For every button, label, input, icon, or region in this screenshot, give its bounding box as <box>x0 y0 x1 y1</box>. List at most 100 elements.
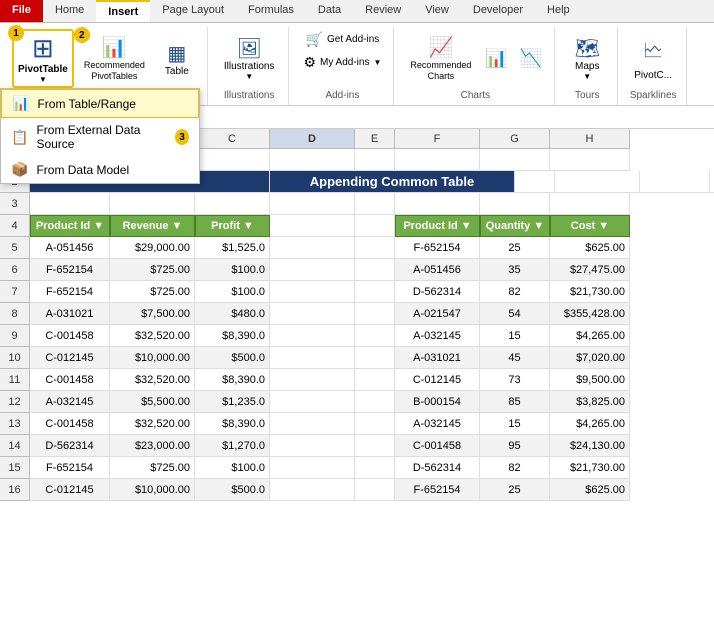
cell-f15[interactable]: D-562314 <box>395 457 480 479</box>
cell-d13[interactable] <box>270 413 355 435</box>
cell-g6[interactable]: 35 <box>480 259 550 281</box>
cell-title[interactable]: Appending Common Table <box>270 171 515 193</box>
cell-g10[interactable]: 45 <box>480 347 550 369</box>
cell-e11[interactable] <box>355 369 395 391</box>
cell-a11[interactable]: C-001458 <box>30 369 110 391</box>
dropdown-from-table[interactable]: 📊 From Table/Range <box>1 89 199 118</box>
cell-e3[interactable] <box>355 193 395 215</box>
line-chart-button[interactable]: 📉 <box>516 46 546 71</box>
cell-c16[interactable]: $500.0 <box>195 479 270 501</box>
cell-d1[interactable] <box>270 149 355 171</box>
tab-help[interactable]: Help <box>535 0 582 22</box>
cell-g1[interactable] <box>480 149 550 171</box>
table-button[interactable]: ▦ Table <box>155 37 199 81</box>
cell-e7[interactable] <box>355 281 395 303</box>
dropdown-from-external[interactable]: 📋 From External Data Source 3 <box>1 118 199 156</box>
col-header-g[interactable]: G <box>480 129 550 149</box>
cell-b6[interactable]: $725.00 <box>110 259 195 281</box>
cell-c3[interactable] <box>195 193 270 215</box>
cell-b8[interactable]: $7,500.00 <box>110 303 195 325</box>
col-header-h[interactable]: H <box>550 129 630 149</box>
cell-e12[interactable] <box>355 391 395 413</box>
cell-c7[interactable]: $100.0 <box>195 281 270 303</box>
cell-f7[interactable]: D-562314 <box>395 281 480 303</box>
col-header-d[interactable]: D <box>270 129 355 149</box>
cell-g16[interactable]: 25 <box>480 479 550 501</box>
cell-e16[interactable] <box>355 479 395 501</box>
cell-e1[interactable] <box>355 149 395 171</box>
cell-d9[interactable] <box>270 325 355 347</box>
cell-g7[interactable]: 82 <box>480 281 550 303</box>
recommended-pivot-button[interactable]: 📊 RecommendedPivotTables <box>78 31 151 86</box>
cell-g2[interactable] <box>640 171 710 193</box>
cell-c5[interactable]: $1,525.0 <box>195 237 270 259</box>
cell-e14[interactable] <box>355 435 395 457</box>
cell-d15[interactable] <box>270 457 355 479</box>
cell-e2[interactable] <box>515 171 555 193</box>
tab-file[interactable]: File <box>0 0 43 22</box>
illustrations-button[interactable]: 🖼 Illustrations ▼ <box>218 32 281 85</box>
cell-a14[interactable]: D-562314 <box>30 435 110 457</box>
cell-h8[interactable]: $355,428.00 <box>550 303 630 325</box>
header-product-id2[interactable]: Product Id ▼ <box>395 215 480 237</box>
header-profit[interactable]: Profit ▼ <box>195 215 270 237</box>
pivot-chart-button[interactable]: 🗠 PivotC... <box>628 32 678 85</box>
tab-developer[interactable]: Developer <box>461 0 535 22</box>
cell-c8[interactable]: $480.0 <box>195 303 270 325</box>
cell-d3[interactable] <box>270 193 355 215</box>
tab-review[interactable]: Review <box>353 0 413 22</box>
cell-c12[interactable]: $1,235.0 <box>195 391 270 413</box>
cell-g14[interactable]: 95 <box>480 435 550 457</box>
cell-f5[interactable]: F-652154 <box>395 237 480 259</box>
cell-g15[interactable]: 82 <box>480 457 550 479</box>
cell-f9[interactable]: A-032145 <box>395 325 480 347</box>
cell-a6[interactable]: F-652154 <box>30 259 110 281</box>
cell-e15[interactable] <box>355 457 395 479</box>
cell-d6[interactable] <box>270 259 355 281</box>
cell-a7[interactable]: F-652154 <box>30 281 110 303</box>
cell-f1[interactable] <box>395 149 480 171</box>
cell-c6[interactable]: $100.0 <box>195 259 270 281</box>
cell-f2[interactable] <box>555 171 640 193</box>
tab-home[interactable]: Home <box>43 0 96 22</box>
cell-f6[interactable]: A-051456 <box>395 259 480 281</box>
col-header-e[interactable]: E <box>355 129 395 149</box>
cell-c15[interactable]: $100.0 <box>195 457 270 479</box>
cell-h13[interactable]: $4,265.00 <box>550 413 630 435</box>
cell-d8[interactable] <box>270 303 355 325</box>
cell-e13[interactable] <box>355 413 395 435</box>
cell-a12[interactable]: A-032145 <box>30 391 110 413</box>
cell-a10[interactable]: C-012145 <box>30 347 110 369</box>
cell-b15[interactable]: $725.00 <box>110 457 195 479</box>
cell-f3[interactable] <box>395 193 480 215</box>
cell-f16[interactable]: F-652154 <box>395 479 480 501</box>
cell-e9[interactable] <box>355 325 395 347</box>
cell-e6[interactable] <box>355 259 395 281</box>
cell-e4[interactable] <box>355 215 395 237</box>
col-header-f[interactable]: F <box>395 129 480 149</box>
cell-g13[interactable]: 15 <box>480 413 550 435</box>
get-addins-button[interactable]: 🛒 Get Add-ins <box>302 29 384 50</box>
formula-input[interactable] <box>125 108 710 126</box>
cell-f10[interactable]: A-031021 <box>395 347 480 369</box>
cell-g8[interactable]: 54 <box>480 303 550 325</box>
cell-f11[interactable]: C-012145 <box>395 369 480 391</box>
cell-a13[interactable]: C-001458 <box>30 413 110 435</box>
cell-e5[interactable] <box>355 237 395 259</box>
cell-f13[interactable]: A-032145 <box>395 413 480 435</box>
cell-f8[interactable]: A-021547 <box>395 303 480 325</box>
cell-d10[interactable] <box>270 347 355 369</box>
cell-a9[interactable]: C-001458 <box>30 325 110 347</box>
cell-a8[interactable]: A-031021 <box>30 303 110 325</box>
cell-g11[interactable]: 73 <box>480 369 550 391</box>
maps-button[interactable]: 🗺 Maps ▼ <box>565 32 609 85</box>
cell-h9[interactable]: $4,265.00 <box>550 325 630 347</box>
cell-h11[interactable]: $9,500.00 <box>550 369 630 391</box>
cell-h16[interactable]: $625.00 <box>550 479 630 501</box>
cell-b16[interactable]: $10,000.00 <box>110 479 195 501</box>
cell-b11[interactable]: $32,520.00 <box>110 369 195 391</box>
cell-a5[interactable]: A-051456 <box>30 237 110 259</box>
cell-d16[interactable] <box>270 479 355 501</box>
cell-e10[interactable] <box>355 347 395 369</box>
bar-chart-button[interactable]: 📊 <box>481 46 511 71</box>
